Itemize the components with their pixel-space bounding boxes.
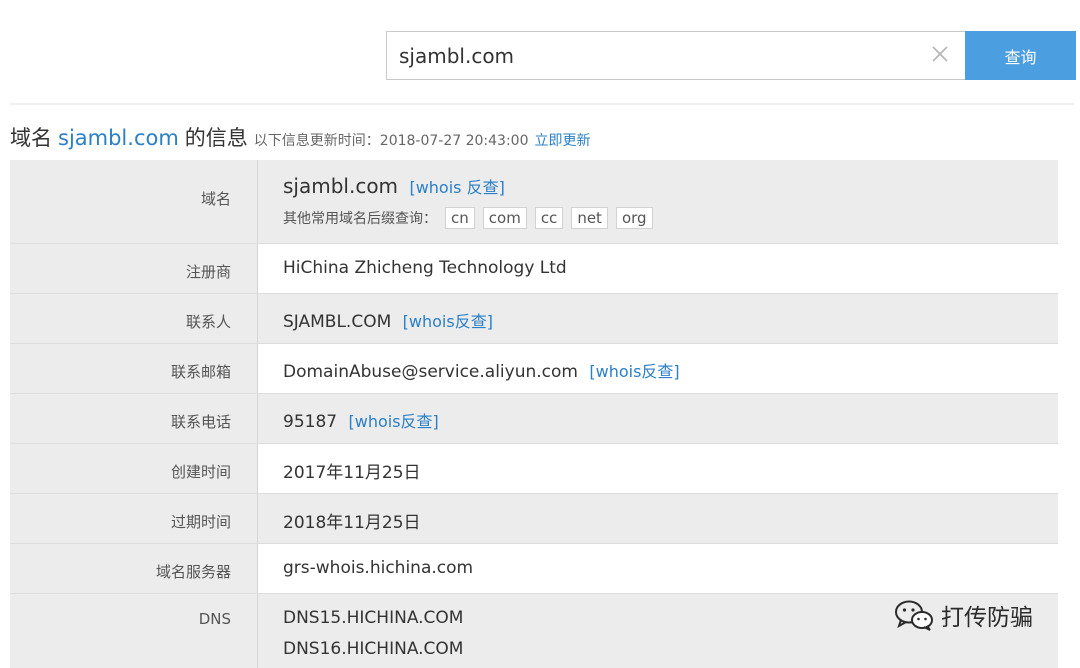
- divider: [10, 103, 1074, 105]
- row-label: DNS: [10, 594, 258, 668]
- row-value: DomainAbuse@service.aliyun.com [whois反查]: [258, 344, 1058, 393]
- search-input[interactable]: [387, 32, 965, 79]
- table-row-email: 联系邮箱 DomainAbuse@service.aliyun.com [who…: [10, 344, 1058, 394]
- domain-value: sjambl.com: [283, 174, 399, 198]
- row-label: 域名服务器: [10, 544, 258, 593]
- title-prefix: 域名: [10, 126, 52, 150]
- row-value: SJAMBL.COM [whois反查]: [258, 294, 1058, 343]
- table-row-domain: 域名 sjambl.com [whois 反查] 其他常用域名后缀查询： cn …: [10, 160, 1058, 244]
- table-row-registrar: 注册商 HiChina Zhicheng Technology Ltd: [10, 244, 1058, 294]
- table-row-expires: 过期时间 2018年11月25日: [10, 494, 1058, 544]
- table-row-phone: 联系电话 95187 [whois反查]: [10, 394, 1058, 444]
- whois-reverse-link[interactable]: [whois反查]: [589, 362, 679, 381]
- row-label: 联系邮箱: [10, 344, 258, 393]
- watermark-text: 打传防骗: [941, 605, 1033, 631]
- table-row-created: 创建时间 2017年11月25日: [10, 444, 1058, 494]
- title-suffix: 的信息: [184, 126, 248, 150]
- close-icon[interactable]: [929, 43, 951, 65]
- search-bar: 查询: [386, 31, 1076, 80]
- row-value: sjambl.com [whois 反查] 其他常用域名后缀查询： cn com…: [258, 160, 1058, 243]
- dns-value: DNS16.HICHINA.COM: [283, 639, 464, 659]
- title-domain-link[interactable]: sjambl.com: [58, 126, 179, 150]
- suffix-button-cn[interactable]: cn: [445, 207, 475, 229]
- phone-value: 95187: [283, 412, 338, 432]
- table-row-whois-server: 域名服务器 grs-whois.hichina.com: [10, 544, 1058, 594]
- contact-value: SJAMBL.COM: [283, 312, 392, 332]
- update-now-link[interactable]: 立即更新: [535, 130, 591, 150]
- whois-table: 域名 sjambl.com [whois 反查] 其他常用域名后缀查询： cn …: [10, 160, 1058, 668]
- other-suffix-query: 其他常用域名后缀查询： cn com cc net org: [283, 207, 1058, 229]
- whois-reverse-link[interactable]: [whois反查]: [349, 412, 439, 431]
- whois-reverse-link[interactable]: [whois 反查]: [409, 178, 504, 197]
- registrar-value: HiChina Zhicheng Technology Ltd: [283, 258, 567, 278]
- expires-value: 2018年11月25日: [283, 513, 421, 533]
- suffix-button-cc[interactable]: cc: [534, 207, 564, 229]
- suffix-button-com[interactable]: com: [482, 207, 527, 229]
- wechat-icon: [895, 600, 933, 631]
- created-value: 2017年11月25日: [283, 463, 421, 483]
- search-box: [386, 31, 965, 80]
- search-button[interactable]: 查询: [965, 31, 1076, 80]
- watermark: 打传防骗: [893, 598, 1033, 632]
- whois-server-value: grs-whois.hichina.com: [283, 558, 474, 578]
- email-value: DomainAbuse@service.aliyun.com: [283, 362, 578, 382]
- row-label: 创建时间: [10, 444, 258, 493]
- suffix-button-org[interactable]: org: [615, 207, 653, 229]
- other-suffix-label: 其他常用域名后缀查询：: [283, 211, 437, 227]
- table-row-contact: 联系人 SJAMBL.COM [whois反查]: [10, 294, 1058, 344]
- row-label: 域名: [10, 160, 258, 243]
- row-label: 过期时间: [10, 494, 258, 543]
- row-label: 联系人: [10, 294, 258, 343]
- row-label: 联系电话: [10, 394, 258, 443]
- suffix-button-net[interactable]: net: [571, 207, 608, 229]
- row-value: 95187 [whois反查]: [258, 394, 1058, 443]
- row-label: 注册商: [10, 244, 258, 293]
- whois-reverse-link[interactable]: [whois反查]: [403, 312, 493, 331]
- page-title: 域名 sjambl.com 的信息 以下信息更新时间：2018-07-27 20…: [10, 122, 591, 152]
- update-time-text: 以下信息更新时间：2018-07-27 20:43:00: [253, 133, 529, 149]
